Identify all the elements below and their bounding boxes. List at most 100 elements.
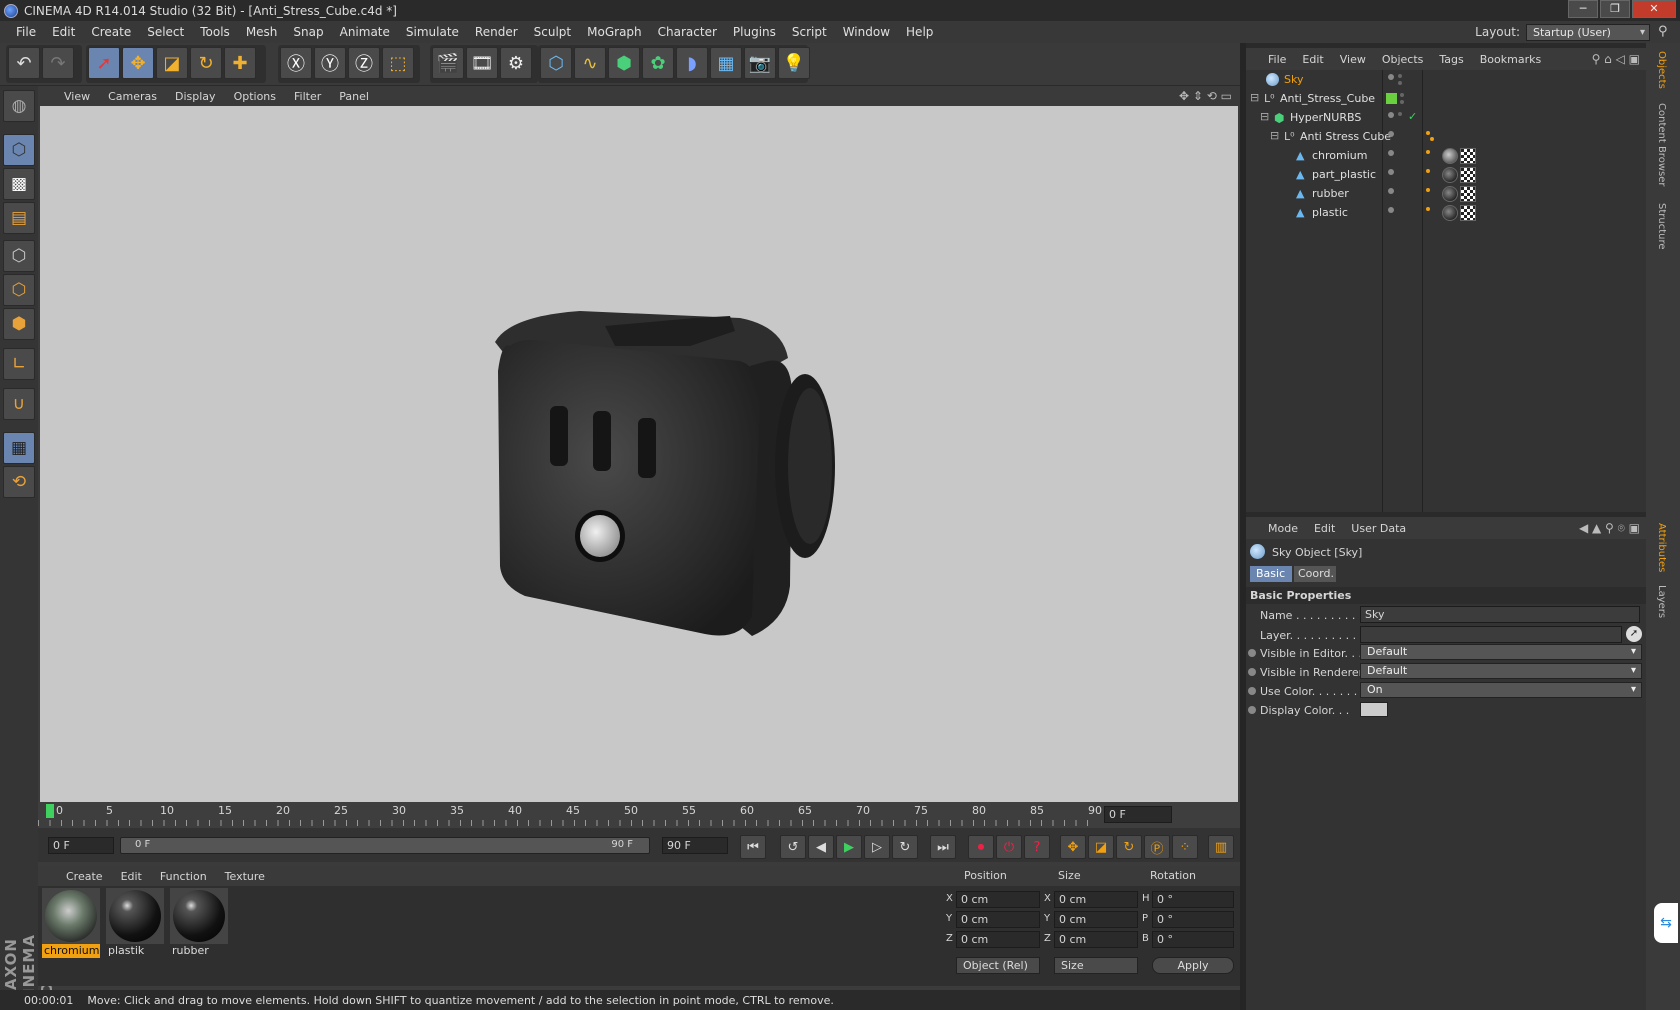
use-color-select[interactable]: On xyxy=(1360,682,1642,698)
material-chromium[interactable]: chromium xyxy=(42,888,100,960)
array-icon[interactable]: ✿ xyxy=(642,47,674,79)
menu-plugins[interactable]: Plugins xyxy=(725,25,784,39)
material-menu-create[interactable]: Create xyxy=(66,870,103,883)
tree-row-hypernurbs[interactable]: ⊟ ⬢ HyperNURBS ✓ xyxy=(1246,108,1646,128)
menu-select[interactable]: Select xyxy=(139,25,192,39)
record-pla-icon[interactable]: ⁘ xyxy=(1172,835,1198,859)
record-parameter-icon[interactable]: Ⓟ xyxy=(1144,835,1170,859)
material-tag-icon[interactable] xyxy=(1442,148,1458,164)
tab-coord[interactable]: Coord. xyxy=(1294,566,1336,582)
record-rotation-icon[interactable]: ↻ xyxy=(1116,835,1142,859)
next-key-icon[interactable]: ↻ xyxy=(892,835,918,859)
object-menu-edit[interactable]: Edit xyxy=(1302,53,1323,66)
animate-param-icon[interactable] xyxy=(1248,668,1256,676)
menu-script[interactable]: Script xyxy=(784,25,835,39)
frame-range-slider[interactable]: 0 F 90 F xyxy=(120,837,650,854)
model-mode-icon[interactable]: ⬡ xyxy=(3,134,35,166)
texture-tag-icon[interactable] xyxy=(1460,205,1476,221)
object-menu-tags[interactable]: Tags xyxy=(1439,53,1463,66)
coordinate-system-icon[interactable]: ⬚ xyxy=(382,47,414,79)
cube-object-icon[interactable]: ⬡ xyxy=(540,47,572,79)
go-to-start-icon[interactable]: ⏮ xyxy=(740,835,766,859)
display-color-swatch[interactable] xyxy=(1360,702,1388,717)
z-axis-lock-icon[interactable]: Ⓩ xyxy=(348,47,380,79)
start-frame-field[interactable]: 0 F xyxy=(48,837,114,854)
size-z-field[interactable]: 0 cm xyxy=(1054,931,1138,948)
snap-magnet-icon[interactable]: ∪ xyxy=(3,388,35,420)
timeline-ruler[interactable]: 0 5 10 15 20 25 30 35 40 45 50 55 60 65 … xyxy=(38,802,1240,828)
teamviewer-icon[interactable]: ⇆ xyxy=(1654,903,1678,943)
edges-mode-icon[interactable]: ⬡ xyxy=(3,274,35,306)
go-to-end-icon[interactable]: ⏭ xyxy=(930,835,956,859)
scale-tool-icon[interactable]: ◪ xyxy=(156,47,188,79)
menu-mesh[interactable]: Mesh xyxy=(238,25,286,39)
side-tab-layers[interactable]: Layers xyxy=(1656,585,1667,618)
animate-param-icon[interactable] xyxy=(1248,649,1256,657)
menu-tools[interactable]: Tools xyxy=(192,25,238,39)
tree-row-chromium[interactable]: ▲ chromium xyxy=(1246,146,1646,166)
spline-icon[interactable]: ∿ xyxy=(574,47,606,79)
viewport-menu-panel[interactable]: Panel xyxy=(339,90,369,103)
record-scale-icon[interactable]: ◪ xyxy=(1088,835,1114,859)
workplane-lock-icon[interactable]: ▦ xyxy=(3,432,35,464)
polygons-mode-icon[interactable]: ⬢ xyxy=(3,308,35,340)
previous-key-icon[interactable]: ↺ xyxy=(780,835,806,859)
record-active-icon[interactable]: ⏺ xyxy=(968,835,994,859)
menu-sculpt[interactable]: Sculpt xyxy=(526,25,579,39)
object-menu-bookmarks[interactable]: Bookmarks xyxy=(1480,53,1541,66)
visible-in-editor-select[interactable]: Default xyxy=(1360,644,1642,660)
autokeying-icon[interactable]: ⏻ xyxy=(996,835,1022,859)
menu-snap[interactable]: Snap xyxy=(285,25,331,39)
playhead-marker[interactable] xyxy=(46,804,54,818)
menu-mograph[interactable]: MoGraph xyxy=(579,25,650,39)
object-menu-objects[interactable]: Objects xyxy=(1382,53,1424,66)
previous-frame-icon[interactable]: ◀ xyxy=(808,835,834,859)
tree-row-sky[interactable]: Sky xyxy=(1246,70,1646,90)
play-icon[interactable]: ▶ xyxy=(836,835,862,859)
nurbs-icon[interactable]: ⬢ xyxy=(608,47,640,79)
size-mode-select[interactable]: Size xyxy=(1054,957,1138,974)
object-menu-file[interactable]: File xyxy=(1268,53,1286,66)
tree-row-anti-stress-cube[interactable]: ⊟ L⁰ Anti Stress Cube xyxy=(1246,127,1646,147)
position-y-field[interactable]: 0 cm xyxy=(956,911,1040,928)
rotate-tool-icon[interactable]: ↻ xyxy=(190,47,222,79)
close-button[interactable]: ✕ xyxy=(1632,0,1676,18)
size-y-field[interactable]: 0 cm xyxy=(1054,911,1138,928)
collapse-icon[interactable]: ⊟ xyxy=(1260,110,1269,123)
animate-param-icon[interactable] xyxy=(1248,687,1256,695)
viewport-menu-view[interactable]: View xyxy=(64,90,90,103)
material-menu-texture[interactable]: Texture xyxy=(225,870,265,883)
material-menu-function[interactable]: Function xyxy=(160,870,207,883)
timeline-layout-icon[interactable]: ▥ xyxy=(1208,835,1234,859)
end-frame-field[interactable]: 90 F xyxy=(662,837,728,854)
floor-icon[interactable]: ▦ xyxy=(710,47,742,79)
current-frame-field[interactable]: 0 F xyxy=(1104,806,1172,823)
collapse-icon[interactable]: ⊟ xyxy=(1270,129,1279,142)
side-tab-content-browser[interactable]: Content Browser xyxy=(1656,103,1667,186)
attr-menu-mode[interactable]: Mode xyxy=(1268,522,1298,535)
material-tag-icon[interactable] xyxy=(1442,186,1458,202)
tab-basic[interactable]: Basic xyxy=(1250,566,1292,582)
texture-mode-icon[interactable]: ▩ xyxy=(3,168,35,200)
menu-simulate[interactable]: Simulate xyxy=(398,25,467,39)
tree-row-anti-stress-cube-root[interactable]: ⊟ L⁰ Anti_Stress_Cube xyxy=(1246,89,1646,109)
size-x-field[interactable]: 0 cm xyxy=(1054,891,1138,908)
move-tool-icon[interactable]: ✥ xyxy=(122,47,154,79)
apply-button[interactable]: Apply xyxy=(1152,957,1234,974)
collapse-icon[interactable]: ⊟ xyxy=(1250,91,1259,104)
live-select-icon[interactable]: ➚ xyxy=(88,47,120,79)
rotation-h-field[interactable]: 0 ° xyxy=(1152,891,1234,908)
material-plastik[interactable]: plastik xyxy=(106,888,164,960)
position-z-field[interactable]: 0 cm xyxy=(956,931,1040,948)
render-view-icon[interactable]: 🎬 xyxy=(432,47,464,79)
workplane-mode-icon[interactable]: ▤ xyxy=(3,202,35,234)
texture-tag-icon[interactable] xyxy=(1460,167,1476,183)
rotation-b-field[interactable]: 0 ° xyxy=(1152,931,1234,948)
rotation-p-field[interactable]: 0 ° xyxy=(1152,911,1234,928)
viewport-nav-icons[interactable]: ✥ ⇕ ⟲ ▭ xyxy=(1179,89,1232,103)
menu-edit[interactable]: Edit xyxy=(44,25,83,39)
tree-row-rubber[interactable]: ▲ rubber xyxy=(1246,184,1646,204)
redo-icon[interactable]: ↷ xyxy=(42,47,74,79)
texture-tag-icon[interactable] xyxy=(1460,186,1476,202)
coordinate-mode-select[interactable]: Object (Rel) xyxy=(956,957,1040,974)
